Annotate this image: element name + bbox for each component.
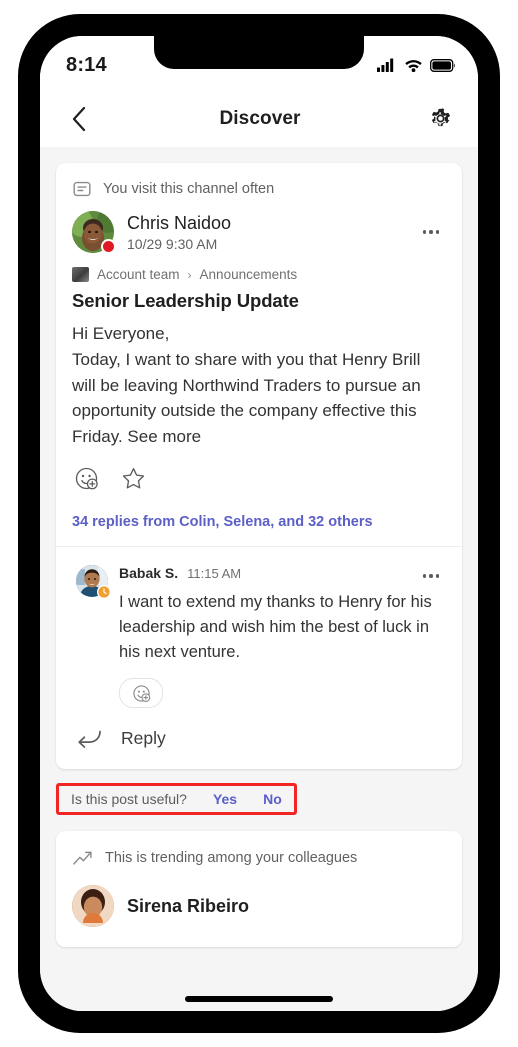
trending-author-row: Sirena Ribeiro (56, 877, 462, 947)
add-reaction-button[interactable] (74, 466, 99, 496)
status-bar-time: 8:14 (66, 53, 107, 76)
add-reaction-icon (75, 467, 98, 490)
reply-timestamp: 11:15 AM (187, 565, 242, 581)
post-more-options-button[interactable] (416, 219, 446, 245)
post-title: Senior Leadership Update (72, 290, 299, 311)
breadcrumb-team[interactable]: Account team (97, 267, 180, 282)
cellular-signal-icon (377, 58, 394, 72)
channel-hint-row: You visit this channel often (56, 163, 462, 205)
more-options-icon (435, 574, 440, 578)
home-indicator[interactable] (185, 996, 333, 1002)
wifi-icon (405, 60, 422, 72)
phone-device-frame: 8:14 Discover You visit this channel oft… (18, 14, 500, 1033)
presence-badge-away (97, 585, 111, 600)
reply-text: I want to extend my thanks to Henry for … (119, 593, 432, 661)
page-title: Discover (219, 107, 301, 129)
post-author-row: Chris Naidoo 10/29 9:30 AM (56, 205, 462, 257)
channel-hint-label: You visit this channel often (103, 181, 275, 197)
reply-button-label: Reply (121, 728, 166, 749)
sirena-ribeiro-avatar[interactable] (72, 885, 114, 928)
save-post-button[interactable] (121, 466, 146, 496)
team-avatar-icon (72, 267, 89, 282)
add-reaction-icon (132, 685, 150, 702)
trending-up-icon (73, 852, 92, 866)
back-button[interactable] (62, 102, 96, 136)
reply-button[interactable]: Reply (56, 708, 462, 769)
gear-icon (432, 108, 451, 127)
reply-author-name: Babak S. (119, 564, 179, 581)
avatar[interactable] (72, 211, 116, 254)
presence-badge-busy (101, 239, 116, 254)
breadcrumb[interactable]: Account team › Announcements (56, 257, 462, 286)
phone-notch (154, 36, 364, 69)
post-author-name: Chris Naidoo (127, 212, 232, 233)
trending-card: This is trending among your colleagues S… (56, 831, 462, 948)
chevron-left-icon (72, 106, 86, 131)
more-options-icon (429, 230, 433, 234)
battery-icon (430, 58, 456, 72)
status-bar-icons (377, 54, 456, 72)
more-options-icon (422, 574, 427, 578)
feedback-question: Is this post useful? (71, 791, 187, 808)
discover-feed[interactable]: You visit this channel often Chris Naido… (40, 147, 478, 1011)
navigation-bar: Discover (40, 90, 478, 147)
avatar-photo (72, 885, 114, 928)
reply-content: Babak S. 11:15 AM I want to extend my th… (119, 563, 446, 709)
reply-header: Babak S. 11:15 AM (119, 563, 446, 589)
trending-hint-label: This is trending among your colleagues (105, 850, 358, 867)
post-card: You visit this channel often Chris Naido… (56, 163, 462, 770)
trending-hint-row: This is trending among your colleagues (56, 831, 462, 877)
breadcrumb-channel[interactable]: Announcements (200, 267, 298, 282)
feedback-yes-button[interactable]: Yes (213, 791, 237, 807)
channel-feed-icon (73, 181, 91, 197)
settings-button[interactable] (424, 102, 458, 136)
nested-reply: Babak S. 11:15 AM I want to extend my th… (56, 546, 462, 709)
more-options-icon (429, 574, 433, 578)
feedback-no-button[interactable]: No (263, 791, 282, 807)
reply-add-reaction-button[interactable] (119, 678, 163, 709)
trending-author-name: Sirena Ribeiro (127, 895, 250, 916)
post-feedback-bar: Is this post useful? Yes No (56, 783, 297, 816)
post-body[interactable]: Hi Everyone, Today, I want to share with… (56, 312, 462, 450)
more-options-icon (422, 230, 427, 234)
more-options-icon (435, 230, 440, 234)
replies-link[interactable]: 34 replies from Colin, Selena, and 32 ot… (56, 510, 462, 546)
star-outline-icon (122, 468, 145, 489)
post-author-meta: Chris Naidoo 10/29 9:30 AM (127, 212, 416, 252)
reply-more-options-button[interactable] (416, 563, 446, 589)
phone-screen: 8:14 Discover You visit this channel oft… (40, 36, 478, 1011)
post-reaction-row (56, 450, 462, 510)
avatar[interactable] (76, 565, 111, 600)
post-timestamp: 10/29 9:30 AM (127, 236, 218, 253)
reply-arrow-icon (78, 730, 101, 748)
breadcrumb-separator-icon: › (187, 267, 192, 282)
